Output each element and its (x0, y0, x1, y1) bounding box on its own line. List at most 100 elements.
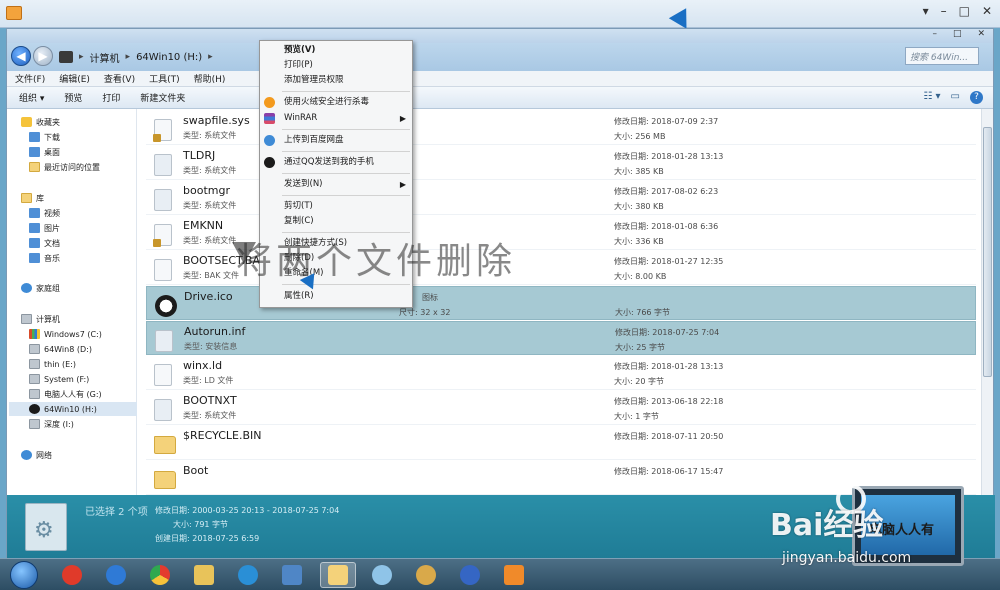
picture-icon (29, 223, 40, 233)
new-folder-button[interactable]: 新建文件夹 (140, 91, 185, 104)
explorer-window: – □ ✕ ◀ ▶ ▸ 计算机 ▸ 64Win10 (H:) ▸ 搜索 64Wi… (6, 28, 995, 559)
menu-separator (282, 151, 410, 152)
drive-icon (29, 389, 40, 399)
network-icon (21, 450, 32, 460)
drive-icon (59, 51, 73, 63)
taskbar-remote[interactable] (274, 562, 310, 588)
nav-drive-i[interactable]: 深度 (I:) (29, 417, 74, 431)
nav-network[interactable]: 网络 (21, 448, 52, 462)
forward-button[interactable]: ▶ (33, 46, 53, 66)
menu-tools[interactable]: 工具(T) (149, 72, 180, 85)
nav-drive-g[interactable]: 电脑人人有 (G:) (29, 387, 102, 401)
file-row[interactable]: BOOTNXT 类型: 系统文件 修改日期: 2013-06-18 22:18 … (146, 391, 976, 425)
menu-huorong-scan[interactable]: 使用火绒安全进行杀毒 (260, 95, 412, 110)
library-icon (21, 193, 32, 203)
nav-downloads[interactable]: 下载 (29, 130, 60, 144)
drive-icon (29, 374, 40, 384)
nav-desktop[interactable]: 桌面 (29, 145, 60, 159)
system-file-icon (154, 189, 172, 211)
nav-drive-c[interactable]: Windows7 (C:) (29, 327, 102, 341)
preview-pane-icon[interactable]: ▭ (951, 91, 960, 104)
menu-print[interactable]: 打印(P) (260, 58, 412, 73)
submenu-arrow-icon: ▶ (399, 114, 406, 123)
back-button[interactable]: ◀ (11, 46, 31, 66)
star-icon (21, 117, 32, 127)
taskbar-app-tile[interactable] (54, 562, 90, 588)
menu-view[interactable]: 查看(V) (104, 72, 135, 85)
outer-close-button[interactable]: ✕ (982, 4, 992, 18)
outer-maximize-button[interactable]: □ (959, 4, 970, 18)
taskbar-video[interactable] (496, 562, 532, 588)
menu-help[interactable]: 帮助(H) (194, 72, 226, 85)
menu-edit[interactable]: 编辑(E) (59, 72, 90, 85)
nav-homegroup[interactable]: 家庭组 (21, 281, 60, 295)
menu-properties[interactable]: 属性(R) (260, 289, 412, 304)
start-button[interactable] (10, 561, 38, 589)
nav-computer[interactable]: 计算机 (21, 312, 60, 326)
menu-copy[interactable]: 复制(C) (260, 214, 412, 229)
view-options-icon[interactable]: ☷ ▾ (923, 91, 940, 104)
tutorial-caption: 将两个文件删除 (236, 241, 517, 282)
drive-icon (29, 344, 40, 354)
maximize-button[interactable]: □ (953, 29, 962, 39)
settings-file-icon (155, 330, 173, 352)
nav-libraries[interactable]: 库 (21, 191, 44, 205)
taskbar-chrome[interactable] (142, 562, 178, 588)
scroll-thumb[interactable] (983, 127, 992, 377)
menu-separator (282, 173, 410, 174)
menu-qq-send[interactable]: 通过QQ发送到我的手机 (260, 155, 412, 170)
menu-baidu-upload[interactable]: 上传到百度网盘 (260, 133, 412, 148)
nav-documents[interactable]: 文档 (29, 236, 60, 250)
nav-favorites[interactable]: 收藏夹 (21, 115, 60, 129)
search-input[interactable]: 搜索 64Win... (905, 47, 979, 65)
breadcrumb[interactable]: ▸ 计算机 ▸ 64Win10 (H:) ▸ (59, 48, 213, 66)
menu-winrar[interactable]: WinRAR ▶ (260, 111, 412, 126)
outer-menu-button[interactable]: ▾ (923, 4, 929, 18)
taskbar-ie[interactable] (98, 562, 134, 588)
nav-videos[interactable]: 视频 (29, 206, 60, 220)
vertical-scrollbar[interactable] (981, 109, 993, 495)
nav-pictures[interactable]: 图片 (29, 221, 60, 235)
panda-drive-icon (29, 404, 40, 414)
file-row-selected[interactable]: Autorun.inf 类型: 安装信息 修改日期: 2018-07-25 7:… (146, 321, 976, 355)
close-button[interactable]: ✕ (977, 29, 985, 39)
taskbar-paint[interactable] (408, 562, 444, 588)
nav-drive-d[interactable]: 64Win8 (D:) (29, 342, 92, 356)
chrome-icon (150, 565, 170, 585)
taskbar-explorer[interactable] (320, 562, 356, 588)
folder-app-icon (194, 565, 214, 585)
taskbar-media-player[interactable] (452, 562, 488, 588)
system-file-icon (154, 399, 172, 421)
breadcrumb-computer[interactable]: 计算机 (90, 50, 120, 65)
preview-button[interactable]: 预览 (64, 91, 82, 104)
menu-preview[interactable]: 预览(V) (260, 43, 412, 58)
taskbar-folder-app[interactable] (186, 562, 222, 588)
help-icon[interactable]: ? (970, 91, 983, 104)
taskbar-browser[interactable] (230, 562, 266, 588)
menu-send-to[interactable]: 发送到(N) ▶ (260, 177, 412, 192)
paint-icon (416, 565, 436, 585)
taskbar-settings[interactable] (364, 562, 400, 588)
nav-drive-h[interactable]: 64Win10 (H:) (9, 402, 137, 416)
print-button[interactable]: 打印 (102, 91, 120, 104)
file-row[interactable]: $RECYCLE.BIN 修改日期: 2018-07-11 20:50 (146, 426, 976, 460)
menu-add-admin[interactable]: 添加管理员权限 (260, 73, 412, 88)
nav-music[interactable]: 音乐 (29, 251, 60, 265)
menu-separator (282, 129, 410, 130)
settings-icon (372, 565, 392, 585)
organize-button[interactable]: 组织 ▾ (19, 91, 44, 104)
minimize-button[interactable]: – (932, 29, 937, 39)
nav-recent[interactable]: 最近访问的位置 (29, 160, 100, 174)
menu-file[interactable]: 文件(F) (15, 72, 45, 85)
winrar-icon (264, 113, 275, 124)
outer-window-controls: ▾ – □ ✕ (923, 4, 992, 18)
menu-cut[interactable]: 剪切(T) (260, 199, 412, 214)
computer-icon (21, 314, 32, 324)
created-date: 创建日期: 2018-07-25 6:59 (155, 534, 260, 543)
outer-minimize-button[interactable]: – (941, 4, 947, 18)
nav-drive-e[interactable]: thin (E:) (29, 357, 76, 371)
menu-separator (282, 195, 410, 196)
file-row[interactable]: winx.ld 类型: LD 文件 修改日期: 2018-01-28 13:13… (146, 356, 976, 390)
nav-drive-f[interactable]: System (F:) (29, 372, 89, 386)
breadcrumb-drive[interactable]: 64Win10 (H:) (136, 52, 202, 63)
